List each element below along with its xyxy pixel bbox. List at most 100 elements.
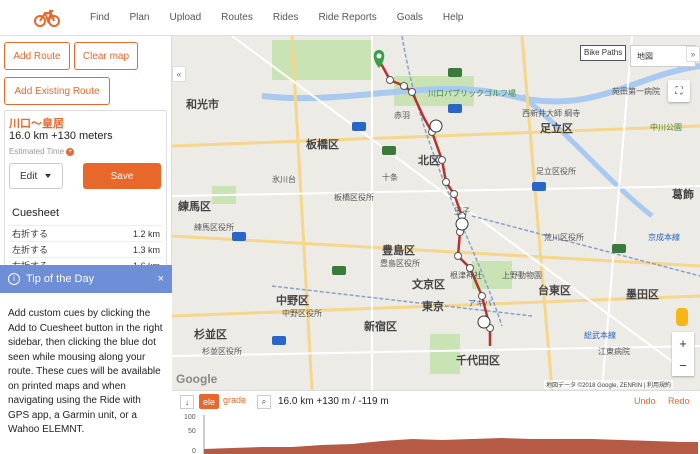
map-label-nakano: 中野区: [276, 295, 309, 307]
edit-dropdown[interactable]: Edit: [9, 163, 63, 189]
top-nav: Find Plan Upload Routes Rides Ride Repor…: [0, 0, 700, 36]
road: [520, 36, 554, 390]
y-tick: 0: [192, 448, 196, 454]
y-tick: 50: [188, 428, 196, 435]
zoom-control: + −: [672, 332, 694, 376]
cue-row[interactable]: 右折する 1.2 km: [9, 225, 163, 241]
google-logo: Google: [176, 372, 218, 386]
save-button[interactable]: Save: [83, 163, 161, 189]
nav-ride-reports[interactable]: Ride Reports: [318, 12, 376, 23]
map-label-nakano-office: 中野区役所: [282, 309, 322, 318]
cue-distance: 1.3 km: [132, 244, 160, 255]
zoom-in-icon[interactable]: +: [672, 332, 694, 354]
elevation-stats: 16.0 km +130 m / -119 m: [278, 396, 389, 407]
tip-body: Add custom cues by clicking the Add to C…: [8, 308, 163, 435]
map-label-sumida: 墨田区: [626, 289, 659, 301]
map-label-adachi: 足立区: [540, 123, 573, 135]
map-label-toshima: 豊島区: [382, 245, 415, 257]
map-label-shinjuku: 新宿区: [364, 321, 397, 333]
map-label-suginami: 杉並区: [194, 329, 227, 341]
map-label-golf: 川口パブリックゴルフ場: [428, 89, 516, 98]
elevation-panel: ↓ ele grade ⌕ 16.0 km +130 m / -119 m Un…: [172, 390, 700, 454]
grade-tab[interactable]: grade: [223, 395, 246, 405]
map-label-toshima-office: 豊島区役所: [380, 259, 420, 268]
map-label-warabi: 和光市: [186, 99, 219, 111]
map-label-itabashi-office: 板橋区役所: [334, 193, 374, 202]
cue-row[interactable]: 左折する 1.3 km: [9, 241, 163, 257]
cue-marker-icon: [429, 119, 443, 133]
map-attribution[interactable]: 地図データ ©2018 Google, ZENRIN | 利用規約: [544, 380, 674, 389]
bike-paths-toggle[interactable]: Bike Paths: [580, 45, 627, 61]
nav-plan[interactable]: Plan: [129, 12, 149, 23]
tip-of-the-day: i Tip of the Day × Add custom cues by cl…: [0, 265, 172, 454]
map-label-ueno-zoo: 上野動物園: [502, 271, 542, 280]
undo-button[interactable]: Undo: [634, 396, 656, 406]
add-existing-route-button[interactable]: Add Existing Route: [4, 77, 110, 105]
map-label-nerima-office: 練馬区役所: [194, 223, 234, 232]
map-label-adachi-office: 足立区役所: [536, 167, 576, 176]
cue-action: 左折する: [12, 245, 49, 255]
caret-down-icon: [45, 174, 52, 178]
cue-marker-icon: [455, 217, 469, 231]
map-label-kita: 北区: [418, 155, 440, 167]
map-label-taito: 台東区: [538, 285, 571, 297]
map-label-tokyo: 東京: [422, 301, 444, 313]
map-label-nezu: 根津神社: [450, 271, 482, 280]
map-label-jujo: 十条: [382, 173, 398, 182]
estimated-time[interactable]: Estimated Time +: [9, 147, 75, 156]
nav-help[interactable]: Help: [443, 12, 464, 23]
map-label-itabashi: 板橋区: [306, 139, 339, 151]
map-label-chiyoda: 千代田区: [456, 355, 500, 367]
close-icon[interactable]: ×: [158, 273, 164, 285]
clear-map-button[interactable]: Clear map: [74, 42, 138, 70]
elevation-area: [204, 438, 698, 454]
map-label-hikawa: 氷川台: [272, 175, 296, 184]
map-label-suginami-office: 杉並区役所: [202, 347, 242, 356]
add-route-button[interactable]: Add Route: [4, 42, 70, 70]
plus-icon[interactable]: +: [66, 147, 75, 156]
map-type-label: 地図: [637, 51, 653, 61]
elevation-chart[interactable]: 100 50 0: [172, 411, 700, 454]
nav-routes[interactable]: Routes: [221, 12, 253, 23]
nav-upload[interactable]: Upload: [169, 12, 201, 23]
edit-label: Edit: [20, 170, 38, 182]
nav-goals[interactable]: Goals: [397, 12, 423, 23]
tip-header: i Tip of the Day ×: [0, 265, 172, 293]
map-label-akabane: 赤羽: [394, 111, 410, 120]
estimated-time-label: Estimated Time: [9, 147, 65, 156]
map-label-hospital-2: 苑田第一病院: [612, 87, 660, 96]
map-label-katsushika: 葛飾: [672, 189, 694, 201]
collapse-right-icon[interactable]: »: [686, 46, 700, 62]
map-label-hospital: 江東病院: [598, 347, 630, 356]
nav-find[interactable]: Find: [90, 12, 109, 23]
ele-tab[interactable]: ele: [199, 394, 220, 409]
map-label-bunkyo: 文京区: [412, 279, 445, 291]
bike-logo-icon[interactable]: [34, 8, 60, 28]
zoom-out-icon[interactable]: −: [672, 354, 694, 376]
map[interactable]: 和光市 板橋区 北区 足立区 練馬区 豊島区 台東区 中野区 新宿区 杉並区 千…: [172, 36, 700, 390]
y-tick: 100: [184, 414, 196, 421]
redo-button[interactable]: Redo: [668, 396, 690, 406]
collapse-left-icon[interactable]: «: [172, 66, 186, 82]
cue-distance: 1.2 km: [132, 228, 160, 239]
route-stats: 16.0 km +130 meters: [9, 130, 113, 142]
map-label-akihabara: アキバ: [468, 299, 492, 308]
cue-marker-icon: [477, 315, 491, 329]
map-label-nerima: 練馬区: [178, 201, 211, 213]
map-label-keisei: 京成本線: [648, 233, 680, 242]
pegman-icon[interactable]: [676, 308, 688, 326]
cuesheet-title: Cuesheet: [12, 207, 60, 219]
nav-rides[interactable]: Rides: [273, 12, 299, 23]
fullscreen-icon[interactable]: ⛶: [668, 80, 690, 102]
tip-title: Tip of the Day: [26, 273, 95, 285]
map-label-oji: 王子: [454, 207, 470, 216]
cue-action: 右折する: [12, 229, 49, 239]
map-label-sobu: 総武本線: [584, 331, 616, 340]
map-label-arakawa-office: 荒川区役所: [544, 233, 584, 242]
magnifier-icon[interactable]: ⌕: [257, 395, 271, 409]
route-name[interactable]: 川口〜皇居: [9, 115, 64, 131]
road: [290, 36, 314, 390]
info-icon: i: [8, 273, 20, 285]
arrow-down-icon[interactable]: ↓: [180, 395, 194, 409]
map-label-nakagawa: 中川公園: [650, 123, 682, 132]
